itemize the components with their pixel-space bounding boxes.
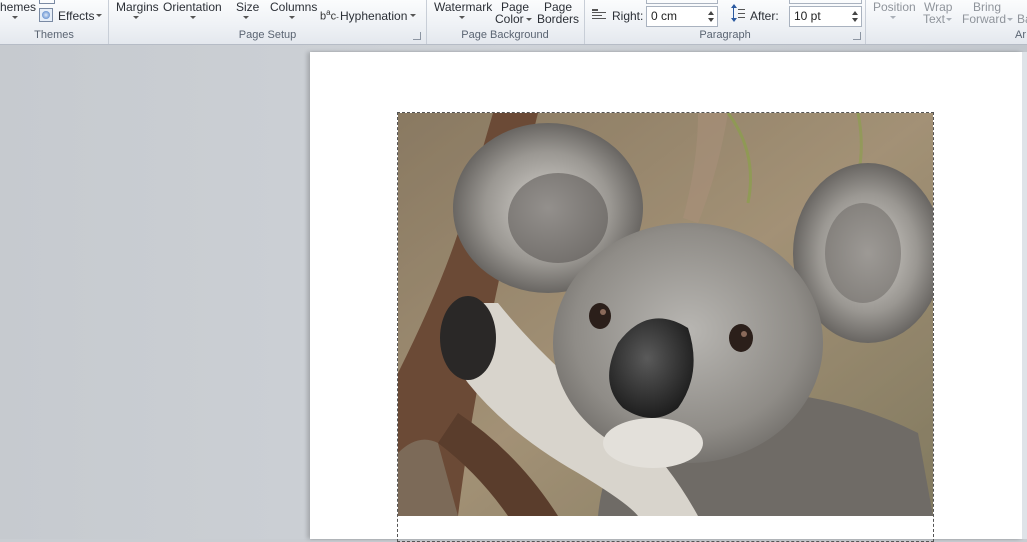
spacing-after-icon	[729, 4, 745, 24]
paragraph-dialog-launcher[interactable]	[853, 32, 861, 40]
spin-up-icon[interactable]	[852, 11, 858, 15]
page-borders-label-2[interactable]: Borders	[537, 12, 579, 26]
themes-button-label[interactable]: hemes	[0, 0, 36, 14]
vertical-scrollbar[interactable]	[1022, 52, 1027, 539]
ribbon: hemes Effects Themes Margins Orientation…	[0, 0, 1027, 45]
bring-forward-label-2[interactable]: Forward	[962, 12, 1006, 26]
theme-fonts-icon	[39, 0, 55, 4]
themes-group-label: Themes	[34, 29, 74, 41]
margins-button[interactable]: Margins	[116, 0, 159, 14]
size-caret[interactable]	[243, 16, 249, 19]
columns-button[interactable]: Columns	[270, 0, 317, 14]
position-caret[interactable]	[890, 16, 896, 19]
margins-caret[interactable]	[133, 16, 139, 19]
wrap-text-label-2[interactable]: Text	[923, 12, 945, 26]
orientation-button[interactable]: Orientation	[163, 0, 222, 14]
send-backward-label-partial[interactable]: Ba	[1017, 12, 1027, 26]
position-button[interactable]: Position	[873, 0, 916, 14]
hyphenation-button[interactable]: Hyphenation	[340, 9, 407, 23]
spin-down-icon[interactable]	[708, 18, 714, 22]
right-spinner-top-edge	[646, 0, 718, 4]
size-button[interactable]: Size	[236, 0, 259, 14]
spacing-after-spinner[interactable]: 10 pt	[789, 6, 862, 27]
page-setup-group-label: Page Setup	[238, 29, 297, 41]
effects-caret[interactable]	[96, 14, 102, 17]
watermark-caret[interactable]	[459, 16, 465, 19]
effects-button[interactable]: Effects	[58, 9, 94, 23]
effects-icon	[39, 8, 53, 22]
indent-right-icon	[592, 9, 606, 21]
indent-right-spinner[interactable]: 0 cm	[646, 6, 718, 27]
orientation-caret[interactable]	[190, 16, 196, 19]
themes-dropdown-caret[interactable]	[12, 16, 18, 19]
page-setup-dialog-launcher[interactable]	[413, 32, 421, 40]
watermark-button[interactable]: Watermark	[434, 0, 492, 14]
group-separator	[865, 0, 866, 44]
paragraph-group-label: Paragraph	[699, 29, 751, 41]
indent-right-label: Right:	[612, 9, 644, 23]
columns-caret[interactable]	[289, 16, 295, 19]
after-spinner-top-edge	[789, 0, 862, 4]
hyphenation-caret[interactable]	[410, 14, 416, 17]
indent-right-value[interactable]: 0 cm	[651, 9, 677, 23]
wrap-text-caret[interactable]	[946, 18, 952, 21]
page-color-label-2[interactable]: Color	[495, 12, 524, 26]
bring-forward-caret[interactable]	[1007, 18, 1013, 21]
hyphenation-icon: bac-	[320, 8, 339, 23]
page-color-caret[interactable]	[526, 18, 532, 21]
arrange-group-label: Ar	[1015, 29, 1026, 41]
spacing-after-label: After:	[750, 9, 779, 23]
spin-down-icon[interactable]	[852, 18, 858, 22]
spin-up-icon[interactable]	[708, 11, 714, 15]
spacing-after-value[interactable]: 10 pt	[794, 9, 821, 23]
koala-image[interactable]	[398, 113, 933, 516]
page-background-group-label: Page Background	[461, 29, 549, 41]
